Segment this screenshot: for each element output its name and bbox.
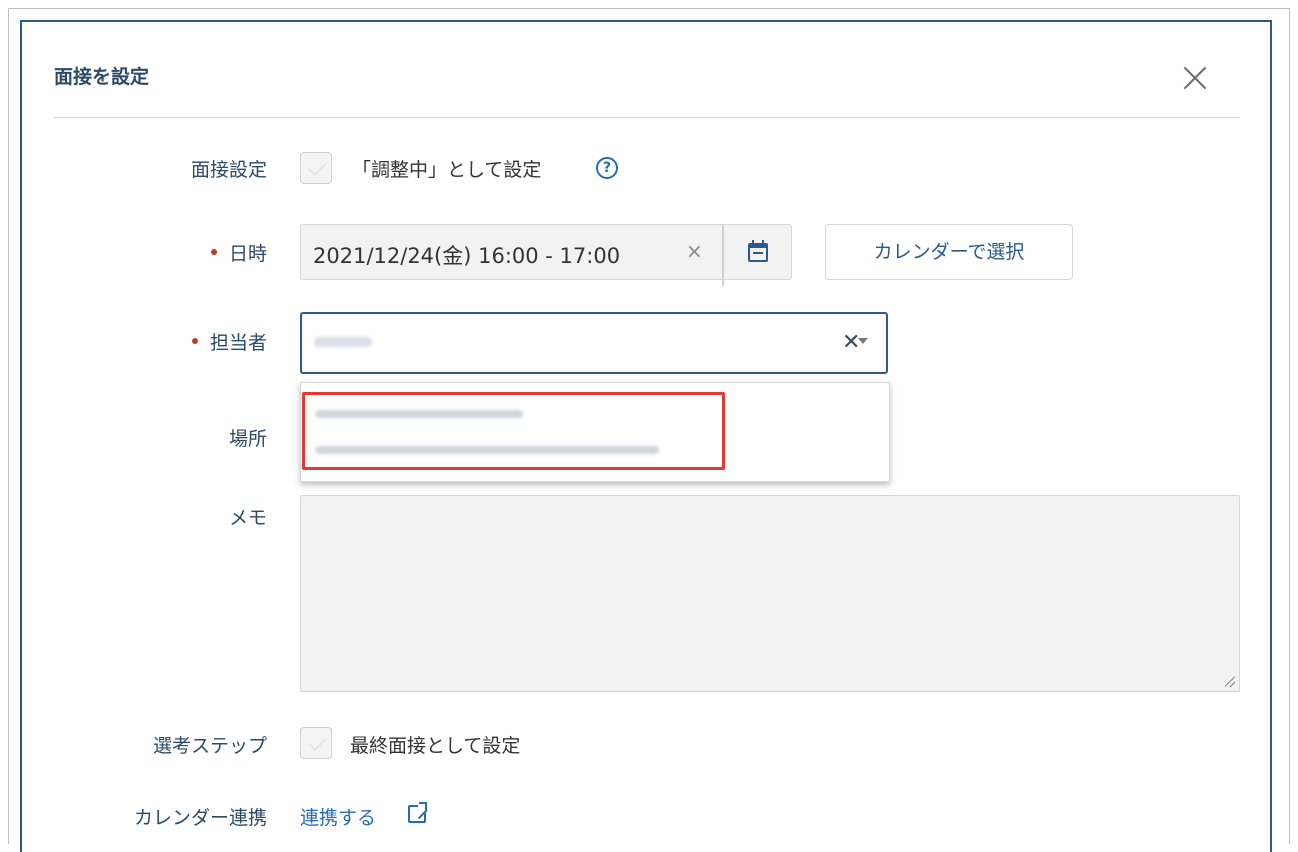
datetime-value: 2021/12/24(金) 16:00 - 17:00 <box>313 244 621 268</box>
memo-textarea[interactable] <box>300 495 1240 692</box>
datetime-field[interactable]: 2021/12/24(金) 16:00 - 17:00 × <box>300 224 724 280</box>
dropdown-option[interactable] <box>301 396 721 432</box>
location-label: 場所 <box>228 428 267 450</box>
memo-label: メモ <box>228 507 267 529</box>
modal-title: 面接を設定 <box>54 66 150 88</box>
datetime-clear-icon[interactable]: × <box>686 239 703 263</box>
final-interview-checkbox-label: 最終面接として設定 <box>350 735 521 757</box>
caret-down-icon <box>858 338 868 344</box>
assignee-label: 担当者 <box>82 328 267 355</box>
external-link-arrowhead <box>419 802 427 810</box>
calendar-icon <box>748 240 768 262</box>
resize-handle-icon[interactable] <box>1223 675 1235 687</box>
option-email-redacted <box>315 410 523 418</box>
dropdown-option[interactable] <box>301 432 721 468</box>
assignee-label-text: 担当者 <box>209 332 267 354</box>
datetime-label: 日時 <box>82 239 267 266</box>
required-indicator <box>210 248 217 255</box>
select-on-calendar-button[interactable]: カレンダーで選択 <box>825 224 1073 280</box>
calendar-picker-button[interactable] <box>724 224 792 280</box>
interview-setting-label: 面接設定 <box>190 159 267 181</box>
assignee-dropdown-menu <box>300 382 890 482</box>
final-interview-checkbox[interactable] <box>300 727 332 759</box>
interview-modal: 面接を設定 面接設定 「調整中」として設定 ? 日時 2021/12/24(金)… <box>20 20 1272 852</box>
connect-calendar-link[interactable]: 連携する <box>300 803 376 830</box>
header-divider <box>54 117 1240 118</box>
calendar-integration-label: カレンダー連携 <box>133 807 267 829</box>
selection-step-label: 選考ステップ <box>152 735 267 757</box>
assignee-selected-value-redacted <box>314 337 372 347</box>
required-indicator <box>191 337 198 344</box>
assignee-select[interactable]: ✕ <box>300 312 888 374</box>
option-email-redacted <box>315 446 659 454</box>
close-icon[interactable] <box>1177 60 1213 96</box>
adjusting-checkbox-label: 「調整中」として設定 <box>352 159 542 181</box>
question-circle-icon[interactable]: ? <box>596 157 618 179</box>
adjusting-checkbox[interactable] <box>300 152 332 184</box>
datetime-label-text: 日時 <box>228 243 267 265</box>
